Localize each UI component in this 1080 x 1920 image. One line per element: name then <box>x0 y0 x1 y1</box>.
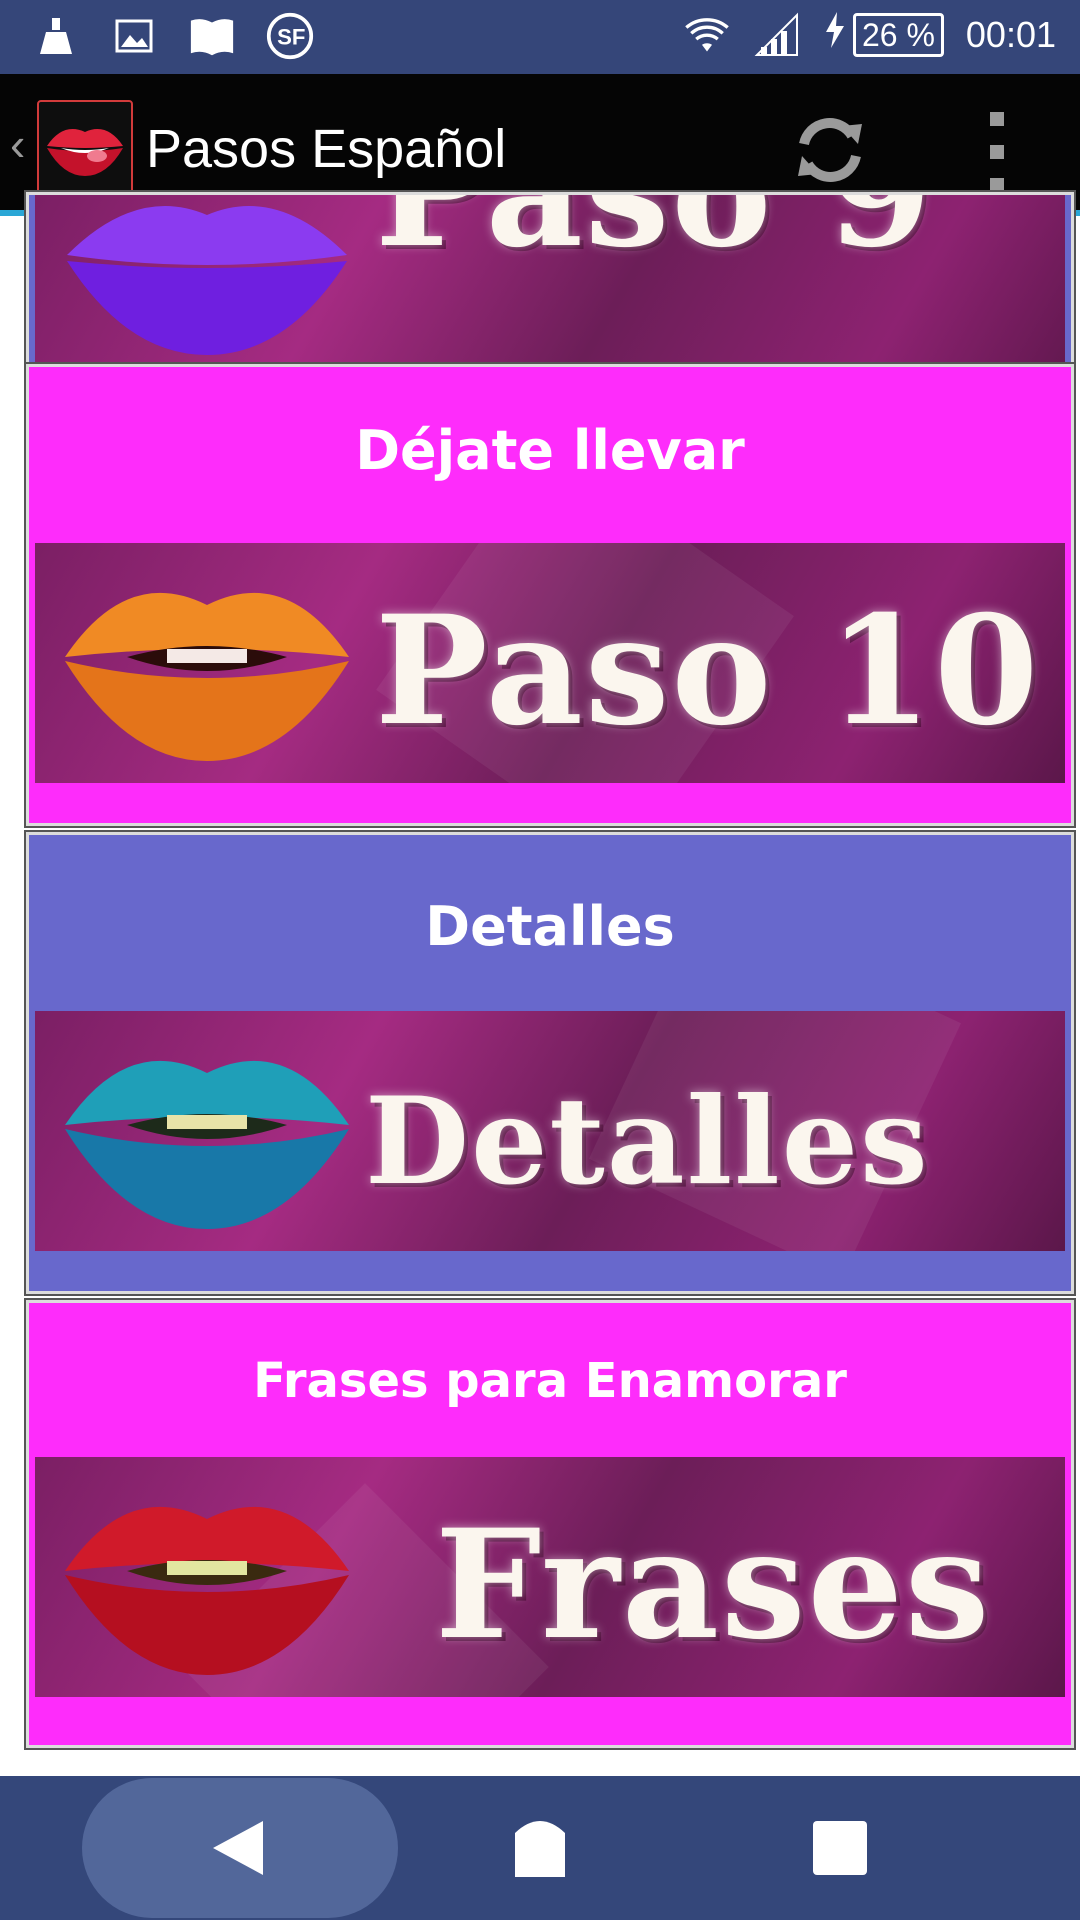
recents-icon[interactable] <box>790 1798 890 1898</box>
card-title: Detalles <box>425 895 675 958</box>
card-detalles[interactable]: Detalles Detalles <box>24 830 1076 1296</box>
banner-text: Paso 10 <box>375 583 1041 759</box>
banner-image: Detalles <box>35 1011 1065 1251</box>
cleaner-icon <box>32 12 80 60</box>
battery-level: 26 % <box>852 12 944 57</box>
red-lips-image <box>65 1506 349 1675</box>
charging-icon <box>823 10 847 59</box>
card-title: Déjate llevar <box>355 419 745 482</box>
banner-image: Frases <box>35 1457 1065 1697</box>
book-icon <box>188 12 236 60</box>
purple-lips-image <box>67 206 347 355</box>
blue-lips-image <box>65 1060 349 1229</box>
clock: 00:01 <box>965 13 1056 55</box>
gallery-icon <box>110 12 158 60</box>
wifi-icon <box>683 11 731 59</box>
sf-app-icon: SF <box>266 12 314 60</box>
card-title: Frases para Enamorar <box>253 1353 847 1409</box>
home-icon[interactable] <box>490 1798 590 1898</box>
banner-image: Paso 10 <box>35 543 1065 783</box>
battery-indicator: 26 % <box>823 10 944 59</box>
status-bar: SF 26 % 00:01 <box>0 0 1080 74</box>
banner-text: Detalles <box>365 1071 930 1212</box>
back-icon[interactable] <box>190 1798 290 1898</box>
card-frases[interactable]: Frases para Enamorar Frases <box>24 1298 1076 1750</box>
card-dejate-llevar[interactable]: Déjate llevar Paso 10 <box>24 362 1076 828</box>
refresh-icon[interactable] <box>790 110 870 190</box>
signal-icon <box>753 11 801 59</box>
navigation-bar <box>0 1776 1080 1920</box>
svg-text:SF: SF <box>277 24 305 49</box>
banner-text: Frases <box>435 1497 992 1673</box>
orange-lips-image <box>65 592 349 761</box>
app-title: Pasos Español <box>146 119 507 179</box>
overflow-menu-icon[interactable] <box>980 112 1014 192</box>
back-chevron-icon[interactable]: ‹ <box>10 116 34 172</box>
lips-logo-icon[interactable] <box>37 100 133 196</box>
banner-text: Paso 9 <box>375 195 934 281</box>
